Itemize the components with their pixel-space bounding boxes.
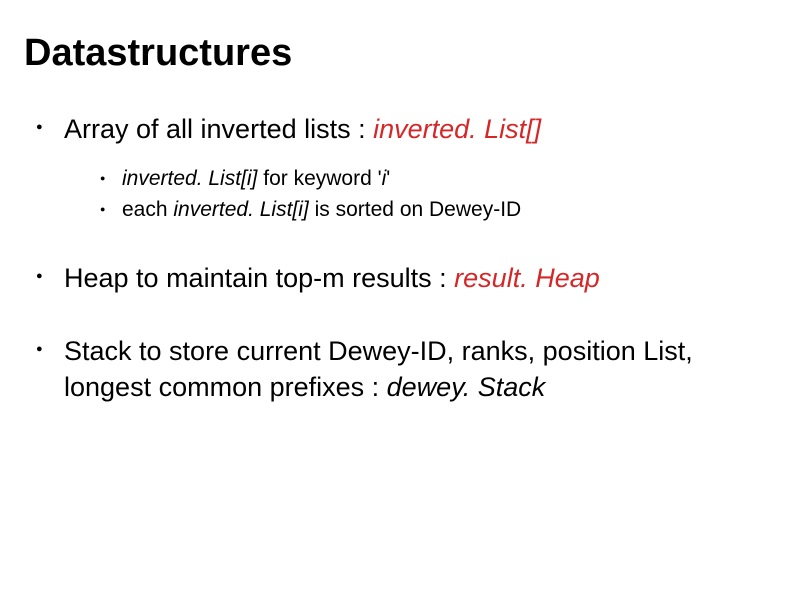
sub-bullet-1: inverted. List[i] for keyword 'i' bbox=[122, 165, 770, 193]
slide: Datastructures Array of all inverted lis… bbox=[0, 0, 794, 595]
bullet1-prefix: Array of all inverted lists : bbox=[64, 114, 373, 144]
bullet2-prefix: Heap to maintain top-m results : bbox=[64, 263, 454, 293]
bullet-item-2: Heap to maintain top-m results : result.… bbox=[64, 260, 770, 296]
sub1-term: inverted. List[i] bbox=[122, 167, 257, 190]
bullet1-term: inverted. List[] bbox=[373, 114, 541, 144]
bullet3-prefix: Stack to store current Dewey-ID, ranks, … bbox=[64, 336, 693, 402]
sub2-pre: each bbox=[122, 198, 173, 221]
sub-bullet-list: inverted. List[i] for keyword 'i' each i… bbox=[64, 165, 770, 224]
sub2-term: inverted. List[i] bbox=[173, 198, 308, 221]
bullet3-term: dewey. Stack bbox=[387, 372, 546, 402]
bullet-item-3: Stack to store current Dewey-ID, ranks, … bbox=[64, 333, 770, 406]
sub-bullet-2: each inverted. List[i] is sorted on Dewe… bbox=[122, 196, 770, 224]
sub2-post: is sorted on Dewey-ID bbox=[309, 198, 521, 221]
sub1-end: ' bbox=[386, 167, 390, 190]
bullet-item-1: Array of all inverted lists : inverted. … bbox=[64, 111, 770, 224]
sub1-mid: for keyword ' bbox=[257, 167, 381, 190]
bullet2-term: result. Heap bbox=[454, 263, 600, 293]
slide-title: Datastructures bbox=[24, 32, 770, 75]
bullet-list: Array of all inverted lists : inverted. … bbox=[24, 111, 770, 405]
